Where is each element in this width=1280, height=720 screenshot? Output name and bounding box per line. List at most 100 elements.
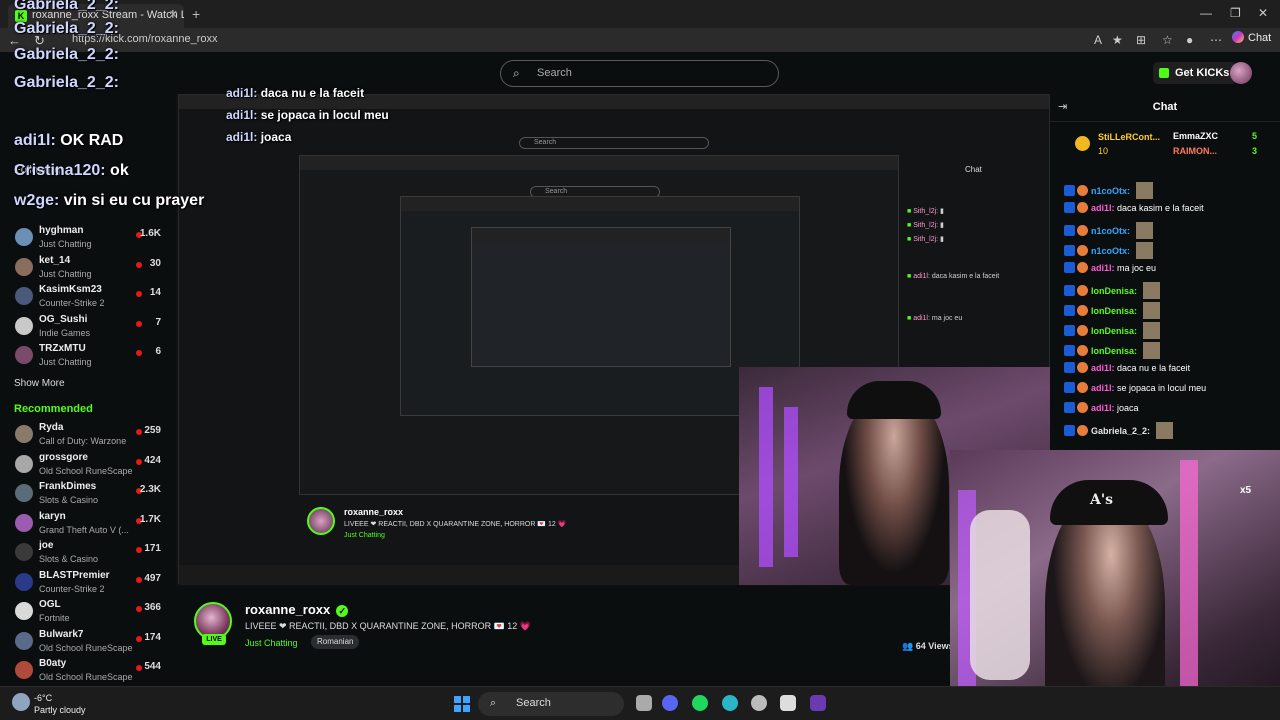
leaderboard-third[interactable]: RAIMON...	[1173, 146, 1217, 156]
sidebar-channel-following[interactable]: TRZxMTU Just Chatting 6	[0, 341, 176, 371]
chat-username[interactable]: adi1l:	[1091, 383, 1115, 393]
chat-username[interactable]: IonDenisa:	[1091, 326, 1137, 336]
get-kicks-button[interactable]: Get KICKs	[1153, 62, 1238, 84]
read-aloud-icon[interactable]: A	[1094, 33, 1102, 47]
chat-username[interactable]: IonDenisa:	[1091, 306, 1137, 316]
captured-screen: Search Chat ■ Sith_l2j: ▮ ■ Sith_l2j: ▮ …	[178, 94, 1050, 585]
taskbar-search[interactable]: ⌕ Search	[478, 692, 624, 716]
search-icon: ⌕	[490, 697, 497, 709]
search-input[interactable]: ⌕ Search	[500, 60, 779, 87]
chat-username[interactable]: adi1l:	[1091, 363, 1115, 373]
overlay-chat-line: Gabriela_2_2:	[14, 20, 119, 38]
channel-category: Slots & Casino	[39, 495, 99, 505]
cap-logo-icon: A's	[1090, 492, 1114, 508]
chat-username[interactable]: n1coOtx:	[1091, 246, 1130, 256]
channel-viewers: 171	[144, 543, 161, 554]
stream-category[interactable]: Just Chatting	[245, 638, 298, 648]
chat-message: adi1l: joaca	[1064, 402, 1139, 420]
sidebar-channel-recommended[interactable]: OGL Fortnite 366	[0, 597, 176, 627]
maximize-icon[interactable]: ❐	[1230, 6, 1241, 20]
channel-category: Old School RuneScape	[39, 465, 133, 476]
sidebar-channel-recommended[interactable]: BLASTPremier Counter-Strike 2 497	[0, 568, 176, 598]
video-player[interactable]: Search Chat ■ Sith_l2j: ▮ ■ Sith_l2j: ▮ …	[176, 94, 1050, 586]
channel-avatar	[15, 454, 33, 473]
favorites-icon[interactable]: ☆	[1162, 33, 1173, 47]
channel-name: B0aty	[39, 658, 67, 669]
channel-avatar	[15, 661, 33, 679]
channel-name: OGL	[39, 599, 61, 610]
rgb-light	[784, 407, 798, 557]
chat-text: daca nu e la faceit	[1117, 363, 1191, 373]
live-dot-icon	[136, 320, 142, 327]
channel-viewers: 544	[144, 661, 161, 672]
chat-username[interactable]: n1coOtx:	[1091, 186, 1130, 196]
browser-tab-bar: K roxanne_roxx Stream - Watch Liv ✕ + — …	[0, 0, 1280, 28]
chat-message: IonDenisa:	[1064, 322, 1160, 340]
copilot-chat-button[interactable]: Chat	[1232, 31, 1280, 44]
steam-icon[interactable]	[751, 695, 767, 711]
overlay-chat-line: w2ge: vin si eu cu prayer	[14, 192, 204, 210]
subscriber-badge-icon	[1064, 425, 1075, 436]
edge-icon[interactable]	[722, 695, 738, 711]
sidebar-channel-recommended[interactable]: karyn Grand Theft Auto V (... 1.7K	[0, 509, 176, 539]
app-icon[interactable]	[780, 695, 796, 711]
channel-viewers: 1.6K	[139, 228, 161, 239]
chat-username[interactable]: IonDenisa:	[1091, 286, 1137, 296]
chat-username[interactable]: IonDenisa:	[1091, 346, 1137, 356]
task-view-icon[interactable]	[636, 695, 652, 711]
chat-username[interactable]: Gabriela_2_2:	[1091, 426, 1150, 436]
windows-start-icon[interactable]	[454, 696, 470, 712]
channel-category: Just Chatting	[39, 268, 92, 279]
streamer-name[interactable]: roxanne_roxx ✓	[245, 602, 349, 617]
sidebar-channel-following[interactable]: ket_14 Just Chatting 30	[0, 253, 176, 283]
overlay-chat-line: adi1l: OK RAD	[14, 132, 123, 150]
sidebar-channel-recommended[interactable]: Ryda Call of Duty: Warzone 259	[0, 420, 176, 450]
gifter-badge-icon	[1077, 225, 1088, 236]
obs-icon[interactable]	[810, 695, 826, 711]
minimize-icon[interactable]: —	[1200, 6, 1212, 20]
leaderboard-second[interactable]: EmmaZXC	[1173, 131, 1218, 141]
sidebar-channel-recommended[interactable]: joe Slots & Casino 171	[0, 538, 176, 568]
sidebar-channel-following[interactable]: KasimKsm23 Counter-Strike 2 14	[0, 282, 176, 312]
close-window-icon[interactable]: ✕	[1258, 6, 1268, 20]
subscriber-badge-icon	[1064, 225, 1075, 236]
leaderboard-first[interactable]: StiLLeRCont...	[1098, 132, 1160, 142]
discord-icon[interactable]	[662, 695, 678, 711]
chat-username[interactable]: adi1l:	[1091, 203, 1115, 213]
emote-icon	[1142, 282, 1160, 299]
gaming-chair	[970, 510, 1030, 680]
more-options-icon[interactable]: ⋯	[1210, 33, 1222, 47]
channel-viewers: 424	[144, 454, 161, 466]
address-bar[interactable]: https://kick.com/roxanne_roxx	[56, 31, 1076, 49]
video-overlay-line: adi1l: joaca	[226, 130, 291, 144]
sidebar-channel-following[interactable]: hyghman Just Chatting 1.6K	[0, 223, 176, 253]
spotify-icon[interactable]	[692, 695, 708, 711]
channel-name: TRZxMTU	[39, 343, 86, 354]
show-more-link[interactable]: Show More	[14, 378, 65, 389]
language-tag[interactable]: Romanian	[311, 635, 360, 649]
close-icon[interactable]: ✕	[169, 8, 178, 21]
sidebar-channel-following[interactable]: OG_Sushi Indie Games 7	[0, 312, 176, 342]
sidebar-channel-recommended[interactable]: Bulwark7 Old School RuneScape 174	[0, 627, 176, 657]
weather-icon[interactable]	[12, 693, 30, 711]
chat-username[interactable]: adi1l:	[1091, 403, 1115, 413]
favorite-star-icon[interactable]: ★	[1112, 33, 1123, 47]
subscriber-badge-icon	[1064, 402, 1075, 413]
live-dot-icon	[136, 429, 142, 435]
weather-condition[interactable]: Partly cloudy	[34, 705, 86, 715]
chat-username[interactable]: adi1l:	[1091, 263, 1115, 273]
profile-icon[interactable]: ●	[1186, 33, 1193, 47]
subscriber-badge-icon	[1064, 325, 1075, 336]
new-tab-icon[interactable]: +	[192, 6, 200, 22]
user-avatar[interactable]	[1230, 62, 1252, 84]
sidebar-channel-recommended[interactable]: grossgore Old School RuneScape 424	[0, 450, 176, 480]
weather-temperature[interactable]: -6°C	[34, 693, 52, 703]
captured-chat-title: Chat	[965, 165, 982, 174]
emote-icon	[1135, 242, 1153, 259]
sidebar-channel-recommended[interactable]: FrankDimes Slots & Casino 2.3K	[0, 479, 176, 509]
chat-username[interactable]: n1coOtx:	[1091, 226, 1130, 236]
extensions-icon[interactable]: ⊞	[1136, 33, 1146, 47]
gifter-badge-icon	[1077, 245, 1088, 256]
leaderboard-third-count: 3	[1252, 146, 1258, 156]
sidebar-channel-recommended[interactable]: B0aty Old School RuneScape 544	[0, 656, 176, 686]
